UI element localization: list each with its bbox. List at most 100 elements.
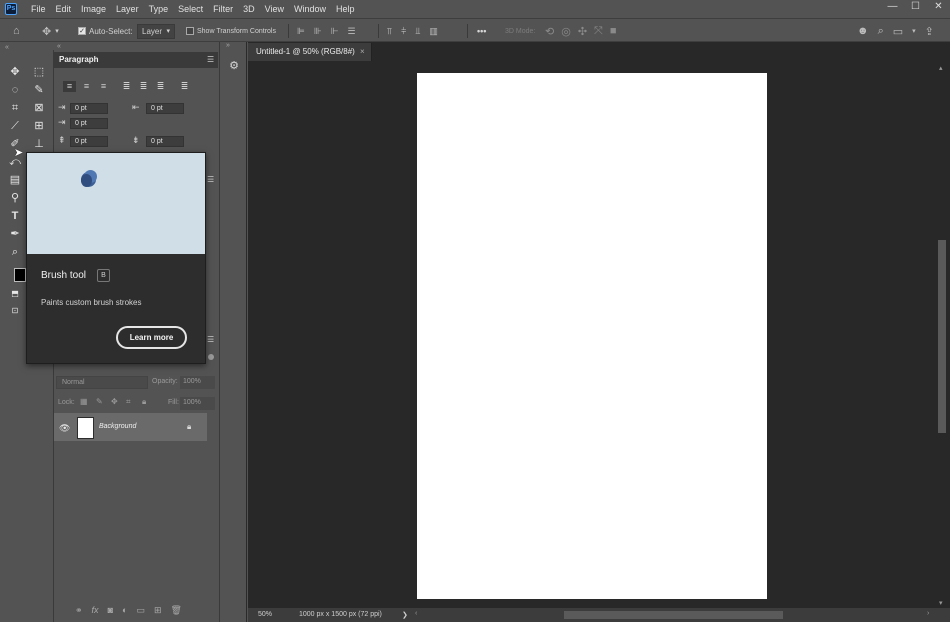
crop-tool-icon[interactable]: ⌗ (8, 101, 22, 115)
align-right-edges-icon[interactable]: ⊩ (331, 26, 339, 37)
workspace-icon[interactable]: ▭ (893, 25, 903, 38)
lock-artboard-icon[interactable]: ⌗ (126, 397, 131, 407)
properties-panel-icon[interactable]: ⚙︎ (226, 59, 242, 75)
document-tab[interactable]: Untitled-1 @ 50% (RGB/8#) × (248, 43, 372, 61)
spot-healing-icon[interactable]: ⊞ (32, 119, 46, 133)
maximize-button[interactable]: ☐ (904, 0, 927, 14)
lock-image-icon[interactable]: ✎ (96, 397, 103, 406)
justify-last-right-icon[interactable]: ≣ (154, 81, 167, 92)
frame-tool-icon[interactable]: ⊠ (32, 101, 46, 115)
close-tab-icon[interactable]: × (360, 47, 365, 56)
panel-menu-icon[interactable]: ☰ (207, 55, 214, 64)
pen-tool-icon[interactable]: ✒ (8, 227, 22, 241)
lock-transparent-icon[interactable]: ▦ (80, 397, 88, 406)
gradient-tool-icon[interactable]: ▤ (8, 173, 22, 187)
show-transform-checkbox[interactable]: Show Transform Controls (186, 23, 276, 39)
slide-3d-icon[interactable]: ⤧ (594, 25, 603, 38)
indent-first-line-field[interactable]: 0 pt (70, 118, 108, 129)
home-button[interactable]: ⌂ (13, 23, 20, 39)
align-bottom-edges-icon[interactable]: ⫫ (415, 26, 420, 37)
scale-3d-icon[interactable]: ■ (610, 25, 617, 37)
dodge-tool-icon[interactable]: ⚲ (8, 191, 22, 205)
share-icon[interactable]: ⇪ (925, 25, 934, 38)
document-canvas[interactable] (417, 73, 767, 599)
distribute-vertical-icon[interactable]: ▥ (429, 26, 438, 37)
move-tool-preset[interactable]: ✥ ▾ (42, 23, 59, 39)
lock-position-icon[interactable]: ✥ (111, 397, 118, 406)
scroll-up-icon[interactable]: ▴ (939, 64, 943, 72)
auto-select-dropdown[interactable]: Layer ▾ (137, 23, 175, 39)
new-group-icon[interactable]: ▭ (136, 605, 145, 616)
align-center-icon[interactable]: ≡ (80, 81, 93, 92)
quick-selection-icon[interactable]: ✎ (32, 83, 46, 97)
opacity-field[interactable]: 100% (180, 376, 215, 389)
lasso-tool-icon[interactable]: ◌ (8, 83, 22, 97)
panel-menu-icon[interactable]: ☰ (207, 175, 214, 184)
align-vertical-centers-icon[interactable]: ⫩ (401, 26, 406, 37)
type-tool-icon[interactable]: T (8, 209, 22, 223)
layer-style-fx-icon[interactable]: fx (92, 605, 99, 616)
roll-3d-icon[interactable]: ◎ (561, 25, 571, 38)
pan-3d-icon[interactable]: ✣ (578, 25, 587, 38)
menu-image[interactable]: Image (76, 4, 111, 14)
adjustment-layer-icon[interactable]: ◐ (122, 605, 127, 616)
indent-left-field[interactable]: 0 pt (70, 103, 108, 114)
paragraph-panel-tab[interactable]: Paragraph ☰ (54, 52, 218, 68)
justify-last-left-icon[interactable]: ≣ (120, 81, 133, 92)
collapse-toolbar-icon[interactable]: « (5, 44, 9, 51)
align-left-edges-icon[interactable]: ⊫ (297, 26, 305, 37)
menu-3d[interactable]: 3D (238, 4, 260, 14)
close-window-button[interactable]: ✕ (927, 0, 950, 14)
space-before-field[interactable]: 0 pt (70, 136, 108, 147)
scroll-left-icon[interactable]: ‹ (415, 610, 417, 617)
justify-all-icon[interactable]: ≣ (178, 81, 191, 92)
align-left-icon[interactable]: ≡ (63, 81, 76, 92)
zoom-level[interactable]: 50% (258, 611, 272, 618)
status-menu-arrow-icon[interactable]: ❯ (402, 611, 408, 619)
quick-mask-icon[interactable]: ⊡ (8, 304, 22, 318)
more-options-button[interactable]: ••• (477, 23, 486, 39)
auto-select-checkbox[interactable]: ✓ Auto-Select: (78, 23, 133, 39)
blend-mode-dropdown[interactable]: Normal (56, 376, 148, 389)
collapse-panels-icon[interactable]: « (57, 43, 61, 50)
orbit-3d-icon[interactable]: ⟲ (545, 25, 554, 38)
fill-field[interactable]: 100% (180, 397, 215, 410)
delete-layer-icon[interactable]: 🗑︎ (171, 605, 182, 616)
menu-select[interactable]: Select (173, 4, 208, 14)
zoom-tool-icon[interactable]: ⌕ (8, 245, 22, 259)
align-top-edges-icon[interactable]: ⫪ (387, 26, 392, 37)
chevron-down-icon[interactable]: ▾ (912, 27, 916, 35)
add-mask-icon[interactable]: ◙ (108, 605, 113, 616)
align-right-icon[interactable]: ≡ (97, 81, 110, 92)
menu-type[interactable]: Type (144, 4, 174, 14)
menu-file[interactable]: File (26, 4, 51, 14)
scroll-down-icon[interactable]: ▾ (939, 599, 943, 607)
learn-more-button[interactable]: Learn more (116, 326, 187, 349)
visibility-eye-icon[interactable]: 👁︎ (59, 423, 70, 434)
distribute-icon[interactable]: ☰ (348, 26, 356, 37)
minimize-button[interactable]: — (881, 0, 904, 14)
expand-panels-icon[interactable]: » (226, 42, 230, 49)
space-after-field[interactable]: 0 pt (146, 136, 184, 147)
move-tool-icon[interactable]: ✥ (8, 65, 22, 79)
menu-filter[interactable]: Filter (208, 4, 238, 14)
menu-layer[interactable]: Layer (111, 4, 144, 14)
panel-menu-icon[interactable]: ☰ (207, 335, 214, 344)
clone-stamp-icon[interactable]: ⊥ (32, 137, 46, 151)
user-share-icon[interactable]: ☻ (857, 25, 869, 37)
horizontal-scrollbar-thumb[interactable] (564, 611, 783, 619)
swap-colors-icon[interactable]: ⬒ (8, 287, 22, 301)
justify-last-center-icon[interactable]: ≣ (137, 81, 150, 92)
link-layers-icon[interactable]: ⚭ (75, 605, 83, 616)
menu-view[interactable]: View (260, 4, 289, 14)
menu-edit[interactable]: Edit (51, 4, 77, 14)
vertical-scrollbar-thumb[interactable] (938, 240, 946, 433)
new-layer-icon[interactable]: ⊞ (154, 605, 162, 616)
foreground-color-swatch[interactable] (14, 268, 26, 282)
eyedropper-icon[interactable]: ⟋ (8, 119, 22, 133)
search-icon[interactable]: ⌕ (878, 25, 884, 38)
menu-help[interactable]: Help (331, 4, 360, 14)
scroll-right-icon[interactable]: › (927, 610, 929, 617)
rectangular-marquee-icon[interactable]: ⬚ (32, 65, 46, 79)
menu-window[interactable]: Window (289, 4, 331, 14)
